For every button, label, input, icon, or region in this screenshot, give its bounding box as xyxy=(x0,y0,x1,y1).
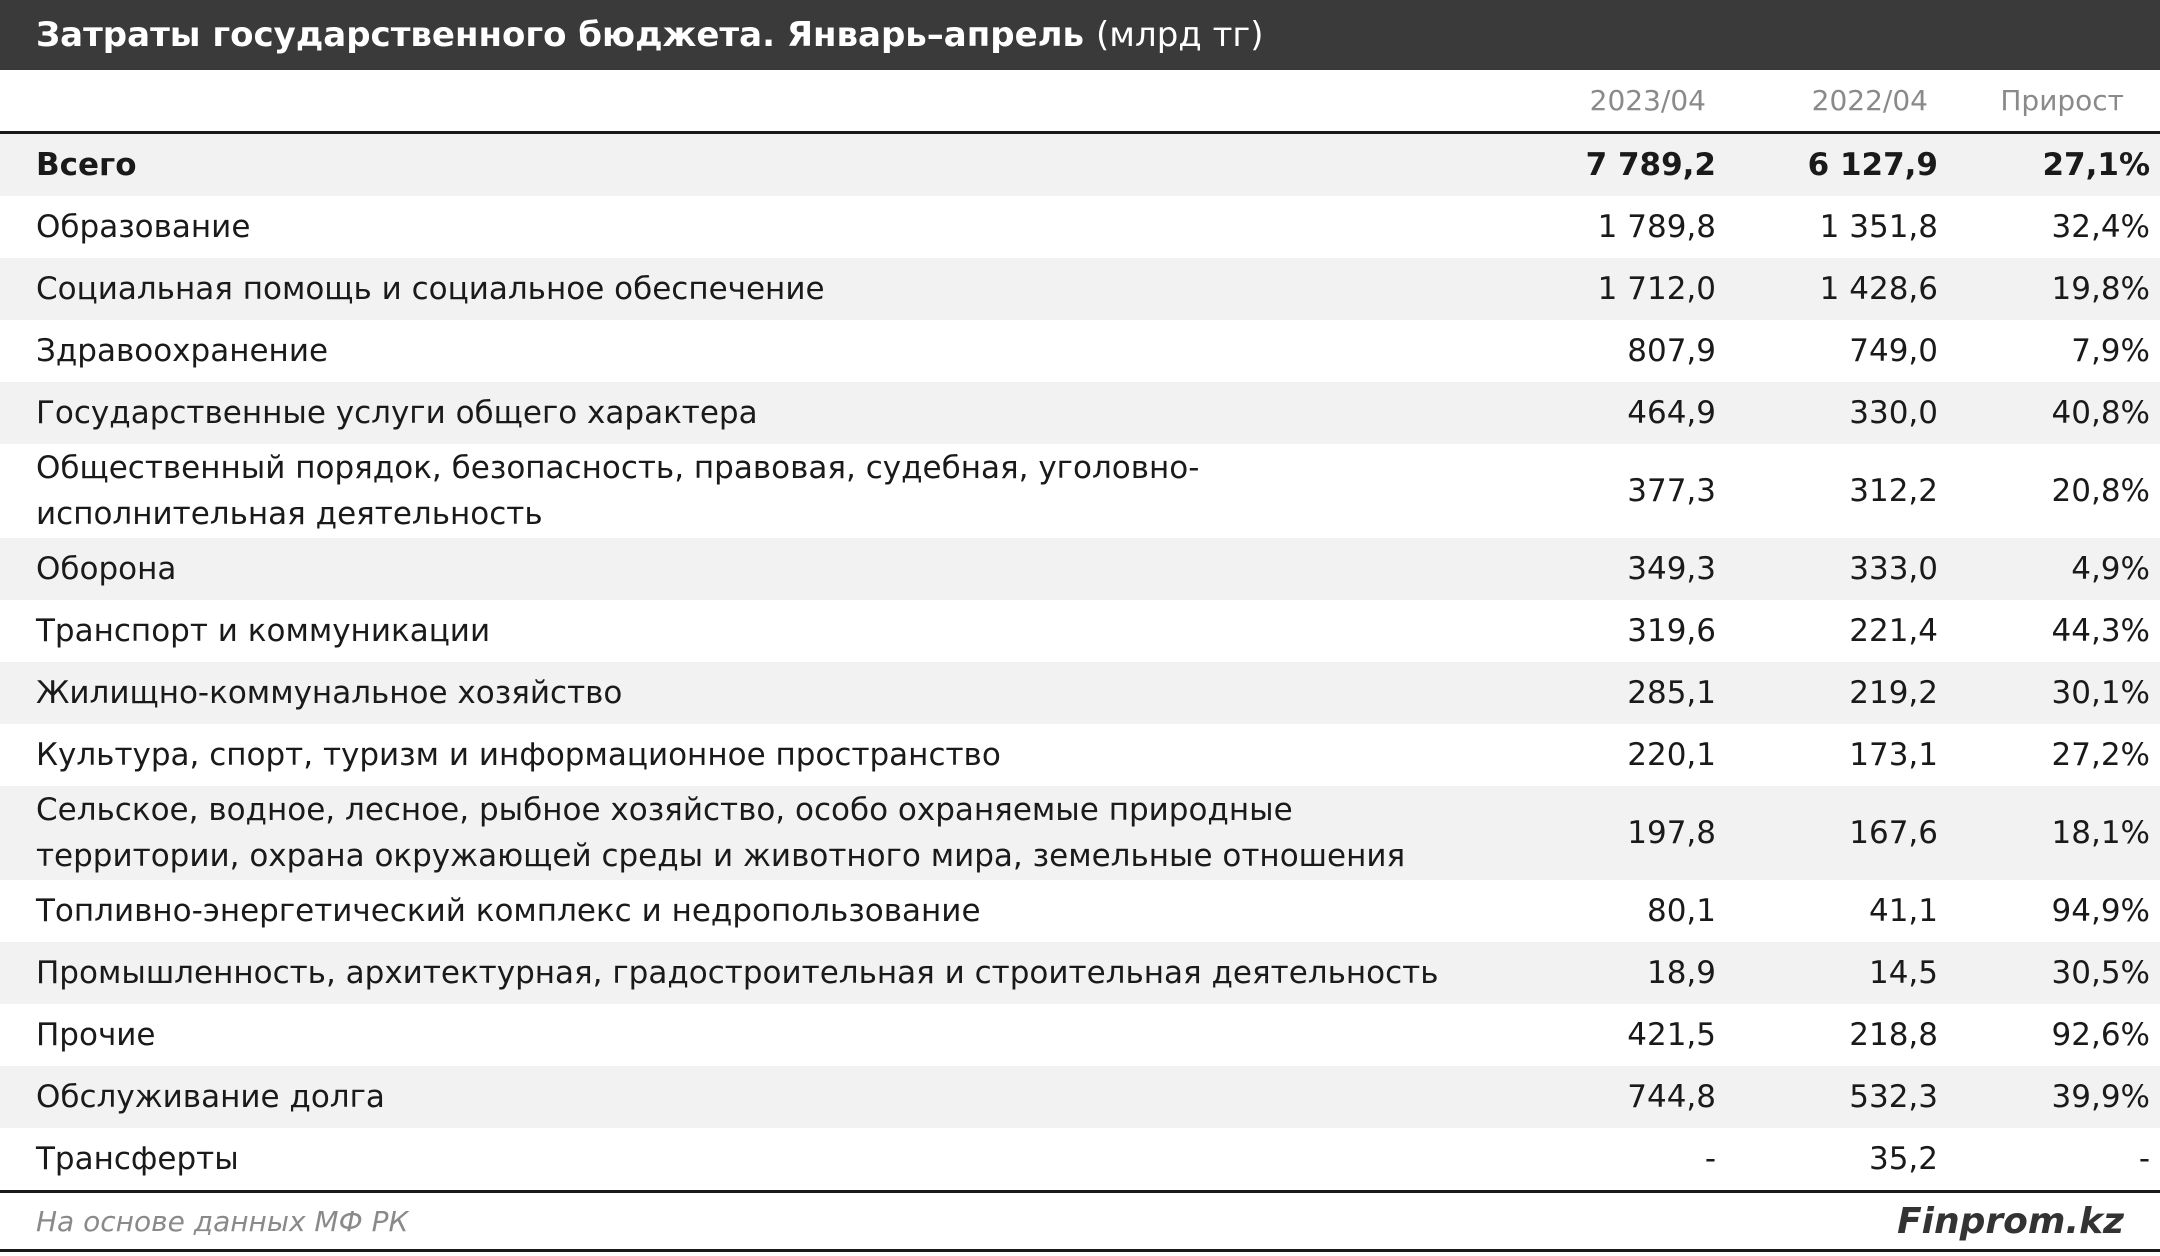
row-value-2023: 80,1 xyxy=(1646,893,1716,929)
row-name: Социальная помощь и социальное обеспечен… xyxy=(36,271,825,307)
row-growth: 27,2% xyxy=(2051,737,2150,773)
table-body: Всего 7 789,2 6 127,9 27,1% Образование 1 789… xyxy=(0,134,2160,1190)
row-name: Государственные услуги общего характера xyxy=(36,395,758,431)
row-name: Сельское, водное, лесное, рыбное хозяйст… xyxy=(36,792,1406,874)
row-growth: 44,3% xyxy=(2051,613,2150,649)
row-value-2023: 377,3 xyxy=(1627,473,1716,509)
row-name: Оборона xyxy=(36,551,177,587)
row-growth: 19,8% xyxy=(2051,271,2150,307)
row-growth: - xyxy=(2138,1141,2150,1177)
table-row: Обслуживание долга 744,8 532,3 39,9% xyxy=(0,1066,2160,1128)
row-value-2023: 18,9 xyxy=(1646,955,1716,991)
row-value-2022: 221,4 xyxy=(1849,613,1938,649)
row-value-2022: 173,1 xyxy=(1849,737,1938,773)
row-growth: 27,1% xyxy=(2042,147,2150,183)
table-title: Затраты государственного бюджета. Январь… xyxy=(36,15,1085,55)
row-value-2022: 749,0 xyxy=(1849,333,1938,369)
row-value-2023: 744,8 xyxy=(1627,1079,1716,1115)
row-value-2022: 219,2 xyxy=(1849,675,1938,711)
table-row: Культура, спорт, туризм и информационное… xyxy=(0,724,2160,786)
row-name: Обслуживание долга xyxy=(36,1079,385,1115)
brand-logo: Finprom.kz xyxy=(1897,1200,2124,1242)
row-value-2023: 197,8 xyxy=(1627,815,1716,851)
table-row: Топливно-энергетический комплекс и недро… xyxy=(0,880,2160,942)
row-growth: 4,9% xyxy=(2071,551,2150,587)
table-row: Жилищно-коммунальное хозяйство 285,1 219,2… xyxy=(0,662,2160,724)
row-value-2022: 532,3 xyxy=(1849,1079,1938,1115)
column-header-growth: Прирост xyxy=(2000,84,2124,117)
table-row: Общественный порядок, безопасность, прав… xyxy=(0,444,2160,538)
table-row: Сельское, водное, лесное, рыбное хозяйст… xyxy=(0,786,2160,880)
row-value-2023: 349,3 xyxy=(1627,551,1716,587)
row-name: Культура, спорт, туризм и информационное… xyxy=(36,737,1001,773)
row-value-2023: 7 789,2 xyxy=(1585,147,1716,183)
table-row-total: Всего 7 789,2 6 127,9 27,1% xyxy=(0,134,2160,196)
row-growth: 94,9% xyxy=(2051,893,2150,929)
row-growth: 40,8% xyxy=(2051,395,2150,431)
row-name: Промышленность, архитектурная, градостро… xyxy=(36,955,1439,991)
row-growth: 32,4% xyxy=(2051,209,2150,245)
row-growth: 92,6% xyxy=(2051,1017,2150,1053)
row-name: Образование xyxy=(36,209,251,245)
source-note: На основе данных МФ РК xyxy=(36,1204,409,1238)
row-value-2022: 1 351,8 xyxy=(1819,209,1938,245)
table-row: Промышленность, архитектурная, градостро… xyxy=(0,942,2160,1004)
row-value-2022: 312,2 xyxy=(1849,473,1938,509)
table-row: Социальная помощь и социальное обеспечен… xyxy=(0,258,2160,320)
row-value-2023: 285,1 xyxy=(1627,675,1716,711)
row-growth: 20,8% xyxy=(2051,473,2150,509)
table-title-bar: Затраты государственного бюджета. Январь… xyxy=(0,0,2160,70)
row-growth: 30,1% xyxy=(2051,675,2150,711)
row-name: Здравоохранение xyxy=(36,333,329,369)
row-value-2022: 14,5 xyxy=(1868,955,1938,991)
row-value-2023: 421,5 xyxy=(1627,1017,1716,1053)
row-value-2023: 220,1 xyxy=(1627,737,1716,773)
table-row: Оборона 349,3 333,0 4,9% xyxy=(0,538,2160,600)
table-row: Транспорт и коммуникации 319,6 221,4 44,3% xyxy=(0,600,2160,662)
row-name: Транспорт и коммуникации xyxy=(36,613,491,649)
row-value-2022: 35,2 xyxy=(1868,1141,1938,1177)
row-name: Трансферты xyxy=(36,1141,239,1177)
column-header-2023: 2023/04 xyxy=(1589,84,1706,117)
row-value-2023: 1 712,0 xyxy=(1597,271,1716,307)
row-value-2023: 1 789,8 xyxy=(1597,209,1716,245)
row-value-2022: 41,1 xyxy=(1868,893,1938,929)
row-name: Прочие xyxy=(36,1017,156,1053)
table-row: Здравоохранение 807,9 749,0 7,9% xyxy=(0,320,2160,382)
row-value-2022: 6 127,9 xyxy=(1807,147,1938,183)
table-row: Трансферты - 35,2 - xyxy=(0,1128,2160,1190)
row-name: Топливно-энергетический комплекс и недро… xyxy=(36,893,981,929)
column-header-row: 2023/04 2022/04 Прирост xyxy=(0,70,2160,134)
row-value-2023: - xyxy=(1704,1141,1716,1177)
row-name: Общественный порядок, безопасность, прав… xyxy=(36,450,1200,532)
row-value-2022: 330,0 xyxy=(1849,395,1938,431)
row-value-2022: 167,6 xyxy=(1849,815,1938,851)
row-value-2022: 218,8 xyxy=(1849,1017,1938,1053)
row-growth: 7,9% xyxy=(2071,333,2150,369)
column-header-2022: 2022/04 xyxy=(1811,84,1928,117)
row-value-2023: 464,9 xyxy=(1627,395,1716,431)
row-name: Всего xyxy=(36,147,137,183)
row-value-2023: 807,9 xyxy=(1627,333,1716,369)
table-row: Образование 1 789,8 1 351,8 32,4% xyxy=(0,196,2160,258)
table-row: Прочие 421,5 218,8 92,6% xyxy=(0,1004,2160,1066)
row-growth: 18,1% xyxy=(2051,815,2150,851)
row-growth: 30,5% xyxy=(2051,955,2150,991)
table-footer: На основе данных МФ РК Finprom.kz xyxy=(0,1190,2160,1252)
row-name: Жилищно-коммунальное хозяйство xyxy=(36,675,623,711)
table-row: Государственные услуги общего характера 4… xyxy=(0,382,2160,444)
table-unit: (млрд тг) xyxy=(1096,15,1264,55)
row-value-2022: 333,0 xyxy=(1849,551,1938,587)
row-value-2023: 319,6 xyxy=(1627,613,1716,649)
row-value-2022: 1 428,6 xyxy=(1819,271,1938,307)
row-growth: 39,9% xyxy=(2051,1079,2150,1115)
